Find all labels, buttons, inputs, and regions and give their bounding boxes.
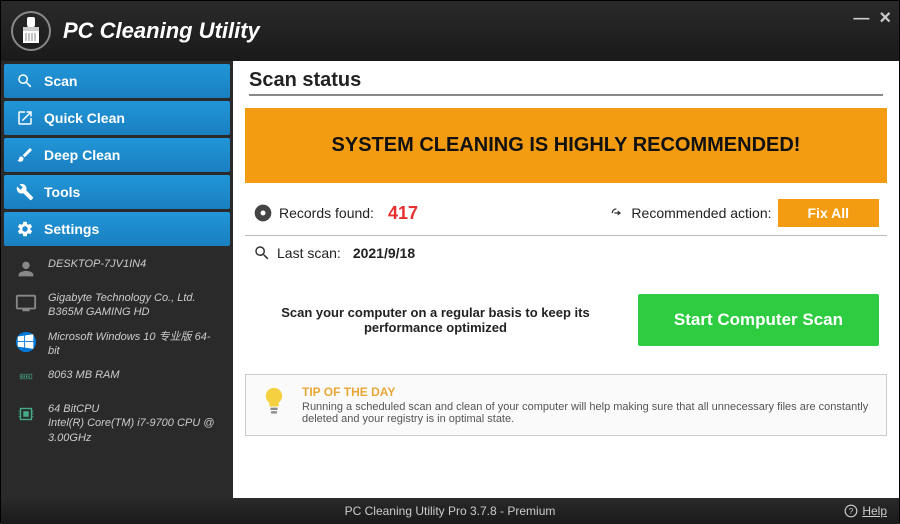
window-controls: — × xyxy=(853,7,891,30)
system-info-panel: DESKTOP-7JV1IN4 Gigabyte Technology Co.,… xyxy=(4,249,230,495)
cpu-value: 64 BitCPU Intel(R) Core(TM) i7-9700 CPU … xyxy=(48,402,220,445)
lightbulb-icon xyxy=(260,385,288,421)
page-title: Scan status xyxy=(249,69,883,96)
hostname-value: DESKTOP-7JV1IN4 xyxy=(48,257,220,271)
cpu-icon xyxy=(14,402,38,426)
sidebar: Scan Quick Clean Deep Clean Tools Settin… xyxy=(1,61,233,498)
recommendation-banner: SYSTEM CLEANING IS HIGHLY RECOMMENDED! xyxy=(245,108,887,183)
scan-message: Scan your computer on a regular basis to… xyxy=(253,305,618,335)
tip-of-day: TIP OF THE DAY Running a scheduled scan … xyxy=(245,374,887,436)
brush-icon xyxy=(16,146,34,164)
nav-label: Quick Clean xyxy=(44,110,125,126)
nav-scan[interactable]: Scan xyxy=(4,64,230,98)
records-value: 417 xyxy=(388,203,418,224)
sysinfo-cpu: 64 BitCPU Intel(R) Core(TM) i7-9700 CPU … xyxy=(14,402,220,445)
scan-area: Scan your computer on a regular basis to… xyxy=(233,270,899,370)
tip-content: TIP OF THE DAY Running a scheduled scan … xyxy=(302,385,872,425)
help-icon: ? xyxy=(844,504,858,518)
nav-label: Tools xyxy=(44,184,80,200)
nav-deep-clean[interactable]: Deep Clean xyxy=(4,138,230,172)
nav-label: Settings xyxy=(44,221,99,237)
ram-value: 8063 MB RAM xyxy=(48,368,220,382)
action-label: Recommended action: xyxy=(631,205,771,221)
titlebar: PC Cleaning Utility — × xyxy=(1,1,899,61)
wrench-icon xyxy=(16,183,34,201)
version-text: PC Cleaning Utility Pro 3.7.8 - Premium xyxy=(345,504,556,518)
help-link[interactable]: ? Help xyxy=(844,504,887,518)
motherboard-value: Gigabyte Technology Co., Ltd. B365M GAMI… xyxy=(48,291,220,320)
disc-icon xyxy=(253,203,273,223)
nav-settings[interactable]: Settings xyxy=(4,212,230,246)
tip-title: TIP OF THE DAY xyxy=(302,385,872,399)
windows-icon xyxy=(14,330,38,354)
arrow-icon xyxy=(609,205,625,221)
sysinfo-motherboard: Gigabyte Technology Co., Ltd. B365M GAMI… xyxy=(14,291,220,320)
nav-label: Deep Clean xyxy=(44,147,120,163)
records-row: Records found: 417 Recommended action: F… xyxy=(233,191,899,235)
monitor-icon xyxy=(14,291,38,315)
arrow-out-icon xyxy=(16,109,34,127)
ram-icon xyxy=(14,368,38,392)
logo-wrap: PC Cleaning Utility xyxy=(11,11,260,51)
nav-tools[interactable]: Tools xyxy=(4,175,230,209)
app-logo-icon xyxy=(11,11,51,51)
nav-label: Scan xyxy=(44,73,77,89)
sysinfo-ram: 8063 MB RAM xyxy=(14,368,220,392)
banner-text: SYSTEM CLEANING IS HIGHLY RECOMMENDED! xyxy=(332,134,801,156)
last-scan-row: Last scan: 2021/9/18 xyxy=(233,236,899,270)
fix-all-button[interactable]: Fix All xyxy=(778,199,880,227)
sysinfo-os: Microsoft Windows 10 专业版 64-bit xyxy=(14,330,220,359)
close-icon[interactable]: × xyxy=(879,7,891,30)
gear-icon xyxy=(16,220,34,238)
footer: PC Cleaning Utility Pro 3.7.8 - Premium … xyxy=(1,498,899,524)
page-header: Scan status xyxy=(233,61,899,100)
records-label: Records found: xyxy=(279,205,374,221)
search-icon xyxy=(16,72,34,90)
search-small-icon xyxy=(253,244,271,262)
os-value: Microsoft Windows 10 专业版 64-bit xyxy=(48,330,220,359)
sysinfo-hostname: DESKTOP-7JV1IN4 xyxy=(14,257,220,281)
start-scan-button[interactable]: Start Computer Scan xyxy=(638,294,879,346)
body: Scan Quick Clean Deep Clean Tools Settin… xyxy=(1,61,899,498)
minimize-icon[interactable]: — xyxy=(853,10,869,28)
nav-quick-clean[interactable]: Quick Clean xyxy=(4,101,230,135)
last-scan-label: Last scan: xyxy=(277,245,341,261)
main-panel: Scan status SYSTEM CLEANING IS HIGHLY RE… xyxy=(233,61,899,498)
svg-text:?: ? xyxy=(849,507,854,516)
app-title: PC Cleaning Utility xyxy=(63,18,260,44)
help-label: Help xyxy=(862,504,887,518)
tip-body: Running a scheduled scan and clean of yo… xyxy=(302,401,872,425)
user-icon xyxy=(14,257,38,281)
last-scan-value: 2021/9/18 xyxy=(353,245,415,261)
